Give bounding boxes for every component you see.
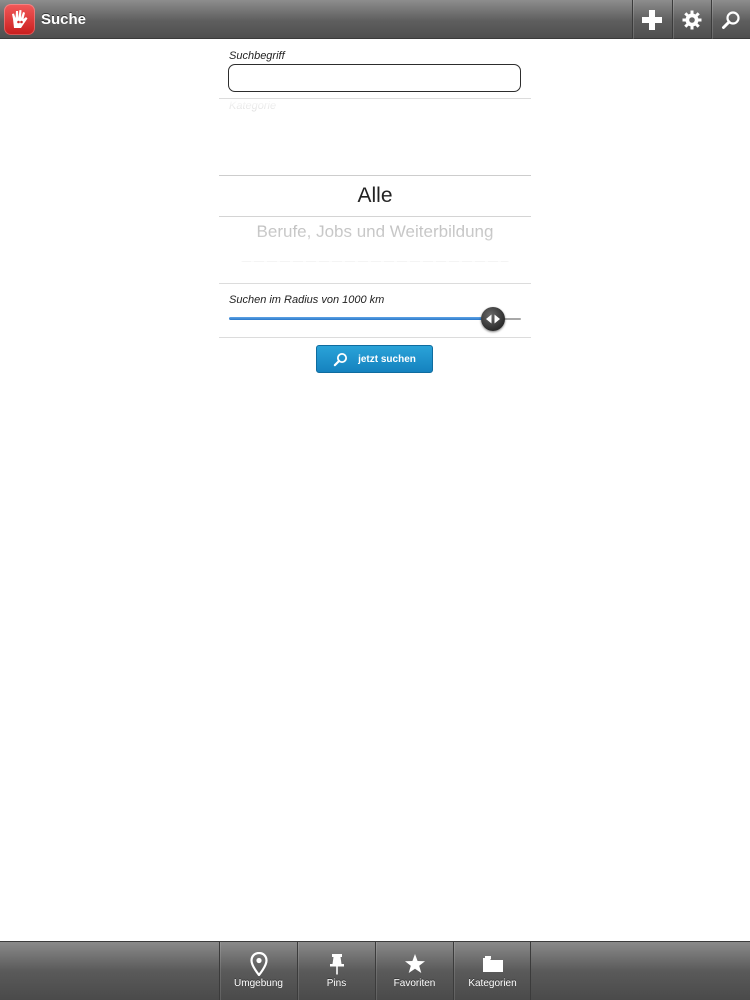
folder-icon: [482, 956, 503, 972]
settings-button[interactable]: [672, 0, 711, 39]
picker-selection-bottom-line: [219, 216, 531, 217]
top-bar: Suche: [0, 0, 750, 39]
category-picker-option[interactable]: Berufe, Jobs und Weiterbildung: [219, 222, 531, 246]
tab-divider: [530, 942, 531, 1000]
radius-label: Suchen im Radius von 1000 km: [229, 294, 385, 306]
category-picker-option-faded[interactable]: [219, 252, 531, 262]
page-title: Suche: [41, 11, 87, 28]
divider: [219, 337, 531, 338]
search-term-label: Suchbegriff: [229, 50, 285, 62]
slider-thumb[interactable]: [481, 307, 505, 331]
category-label: Kategorie: [229, 100, 277, 112]
slider-track-fill: [229, 317, 483, 320]
submit-search-button[interactable]: jetzt suchen: [316, 345, 433, 373]
gear-icon: [682, 10, 702, 29]
submit-search-label: jetzt suchen: [358, 353, 416, 365]
tab-kategorien[interactable]: Kategorien: [453, 942, 531, 1000]
tab-label: Pins: [326, 978, 347, 989]
search-icon: [722, 10, 740, 29]
search-icon: [333, 352, 348, 366]
tab-label: Umgebung: [234, 978, 283, 989]
arrows-left-right-icon: [486, 314, 500, 324]
plus-icon: [642, 9, 662, 30]
star-icon: [404, 954, 425, 973]
search-toolbar-button[interactable]: [711, 0, 750, 39]
radius-slider[interactable]: [229, 307, 521, 331]
hand-logo-icon[interactable]: [4, 4, 35, 35]
category-picker-selected[interactable]: Alle: [219, 176, 531, 216]
divider: [219, 283, 531, 284]
tab-label: Kategorien: [468, 978, 517, 989]
pushpin-icon: [329, 954, 344, 975]
tab-umgebung[interactable]: Umgebung: [219, 942, 297, 1000]
bottom-tab-bar: Umgebung Pins Favoriten Kategorien: [0, 941, 750, 1000]
tab-favoriten[interactable]: Favoriten: [375, 942, 453, 1000]
search-term-input[interactable]: [228, 64, 521, 92]
location-pin-icon: [249, 952, 268, 976]
app-screen: Suche Suchbegriff Kategorie Alle Berufe,…: [0, 0, 750, 1000]
add-button[interactable]: [632, 0, 671, 39]
tab-label: Favoriten: [393, 978, 436, 989]
divider: [219, 98, 531, 99]
tab-pins[interactable]: Pins: [297, 942, 375, 1000]
